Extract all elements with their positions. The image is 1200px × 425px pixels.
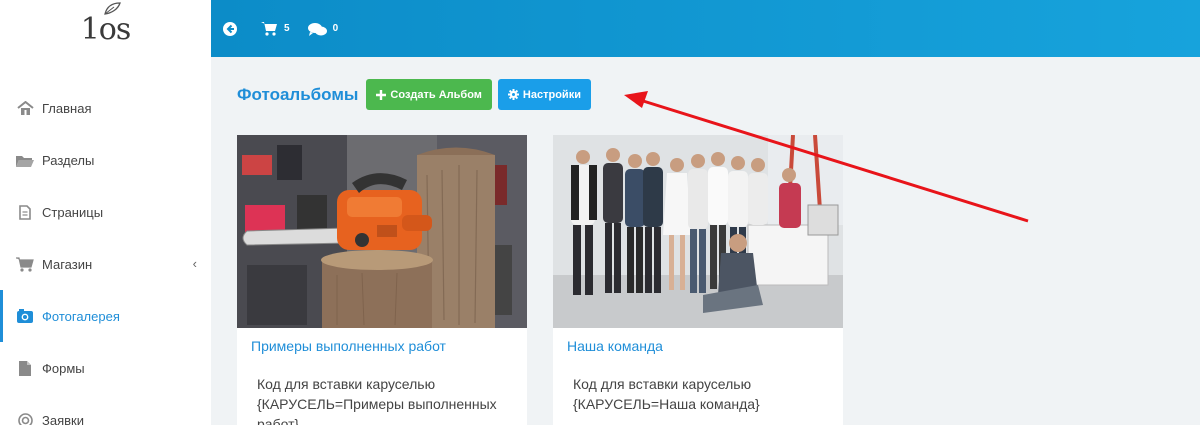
page-title: Фотоальбомы bbox=[237, 84, 359, 104]
sidebar-item-label: Разделы bbox=[42, 152, 95, 168]
file-icon bbox=[16, 204, 34, 220]
sidebar-item-pages[interactable]: Страницы bbox=[0, 186, 211, 238]
album-cover-chainsaw[interactable] bbox=[237, 135, 527, 328]
sidebar-item-home[interactable]: Главная bbox=[0, 82, 211, 134]
back-arrow-icon bbox=[223, 21, 237, 36]
sidebar-item-forms[interactable]: Формы bbox=[0, 342, 211, 394]
sidebar-item-sections[interactable]: Разделы bbox=[0, 134, 211, 186]
sidebar-item-shop[interactable]: Магазин ‹ bbox=[0, 238, 211, 290]
logo[interactable]: 1os bbox=[80, 1, 132, 47]
back-button[interactable] bbox=[223, 21, 243, 36]
album-cover-team[interactable] bbox=[553, 135, 843, 328]
home-icon bbox=[16, 100, 34, 116]
album-card: Примеры выполненных работ Код для вставк… bbox=[237, 135, 527, 425]
chevron-left-icon[interactable]: ‹ bbox=[193, 256, 197, 271]
sidebar: 1os Главная Разделы Страницы Магазин ‹ Ф… bbox=[0, 0, 211, 425]
cart-button[interactable]: 5 bbox=[261, 21, 290, 36]
settings-label: Настройки bbox=[522, 88, 581, 101]
cart-count: 5 bbox=[284, 23, 290, 34]
cart-icon bbox=[261, 22, 277, 36]
embed-code-label: Код для вставки каруселью bbox=[257, 376, 436, 392]
topbar: 5 0 bbox=[211, 0, 1200, 57]
embed-code-value: {КАРУСЕЛЬ=Примеры выполненных работ} bbox=[257, 396, 497, 425]
album-grid: Примеры выполненных работ Код для вставк… bbox=[237, 135, 869, 425]
settings-button[interactable]: Настройки bbox=[497, 79, 591, 110]
sidebar-item-label: Страницы bbox=[42, 204, 104, 220]
cart-icon bbox=[16, 256, 34, 272]
app: 1os Главная Разделы Страницы Магазин ‹ Ф… bbox=[0, 0, 1200, 425]
sidebar-item-label: Магазин bbox=[42, 256, 93, 272]
sidebar-item-photogallery[interactable]: Фотогалерея bbox=[0, 290, 211, 342]
folder-icon bbox=[16, 152, 34, 168]
messages-button[interactable]: 0 bbox=[307, 22, 339, 36]
album-embed-code: Код для вставки каруселью {КАРУСЕЛЬ=Наша… bbox=[553, 368, 843, 414]
messages-count: 0 bbox=[332, 23, 339, 34]
sidebar-item-label: Фотогалерея bbox=[42, 308, 120, 324]
main-content: Фотоальбомы Создать Альбом Настройки При… bbox=[211, 57, 1200, 425]
embed-code-value: {КАРУСЕЛЬ=Наша команда} bbox=[573, 396, 760, 412]
file-icon bbox=[16, 360, 34, 376]
create-album-button[interactable]: Создать Альбом bbox=[366, 79, 492, 110]
sidebar-item-label: Формы bbox=[42, 360, 85, 376]
sidebar-item-label: Заявки bbox=[42, 412, 84, 425]
album-title-link[interactable]: Наша команда bbox=[553, 328, 843, 368]
sidebar-nav: Главная Разделы Страницы Магазин ‹ Фотог… bbox=[0, 82, 211, 425]
chainsaw-photo bbox=[237, 135, 527, 328]
embed-code-label: Код для вставки каруселью bbox=[573, 376, 752, 392]
comments-icon bbox=[307, 22, 327, 36]
logo-text: 1os bbox=[80, 11, 132, 47]
sidebar-item-requests[interactable]: Заявки bbox=[0, 394, 211, 425]
target-icon bbox=[16, 412, 34, 425]
gear-icon bbox=[507, 89, 519, 100]
album-title-link[interactable]: Примеры выполненных работ bbox=[237, 328, 527, 368]
plus-icon bbox=[376, 89, 387, 100]
leaf-icon bbox=[103, 1, 121, 15]
page-header: Фотоальбомы Создать Альбом Настройки bbox=[237, 79, 597, 110]
album-card: Наша команда Код для вставки каруселью {… bbox=[553, 135, 843, 425]
sidebar-item-label: Главная bbox=[42, 100, 92, 116]
team-photo bbox=[553, 135, 843, 328]
logo-box[interactable]: 1os bbox=[0, 0, 211, 58]
album-embed-code: Код для вставки каруселью {КАРУСЕЛЬ=Прим… bbox=[237, 368, 527, 425]
create-album-label: Создать Альбом bbox=[390, 88, 482, 101]
camera-icon bbox=[16, 308, 34, 324]
